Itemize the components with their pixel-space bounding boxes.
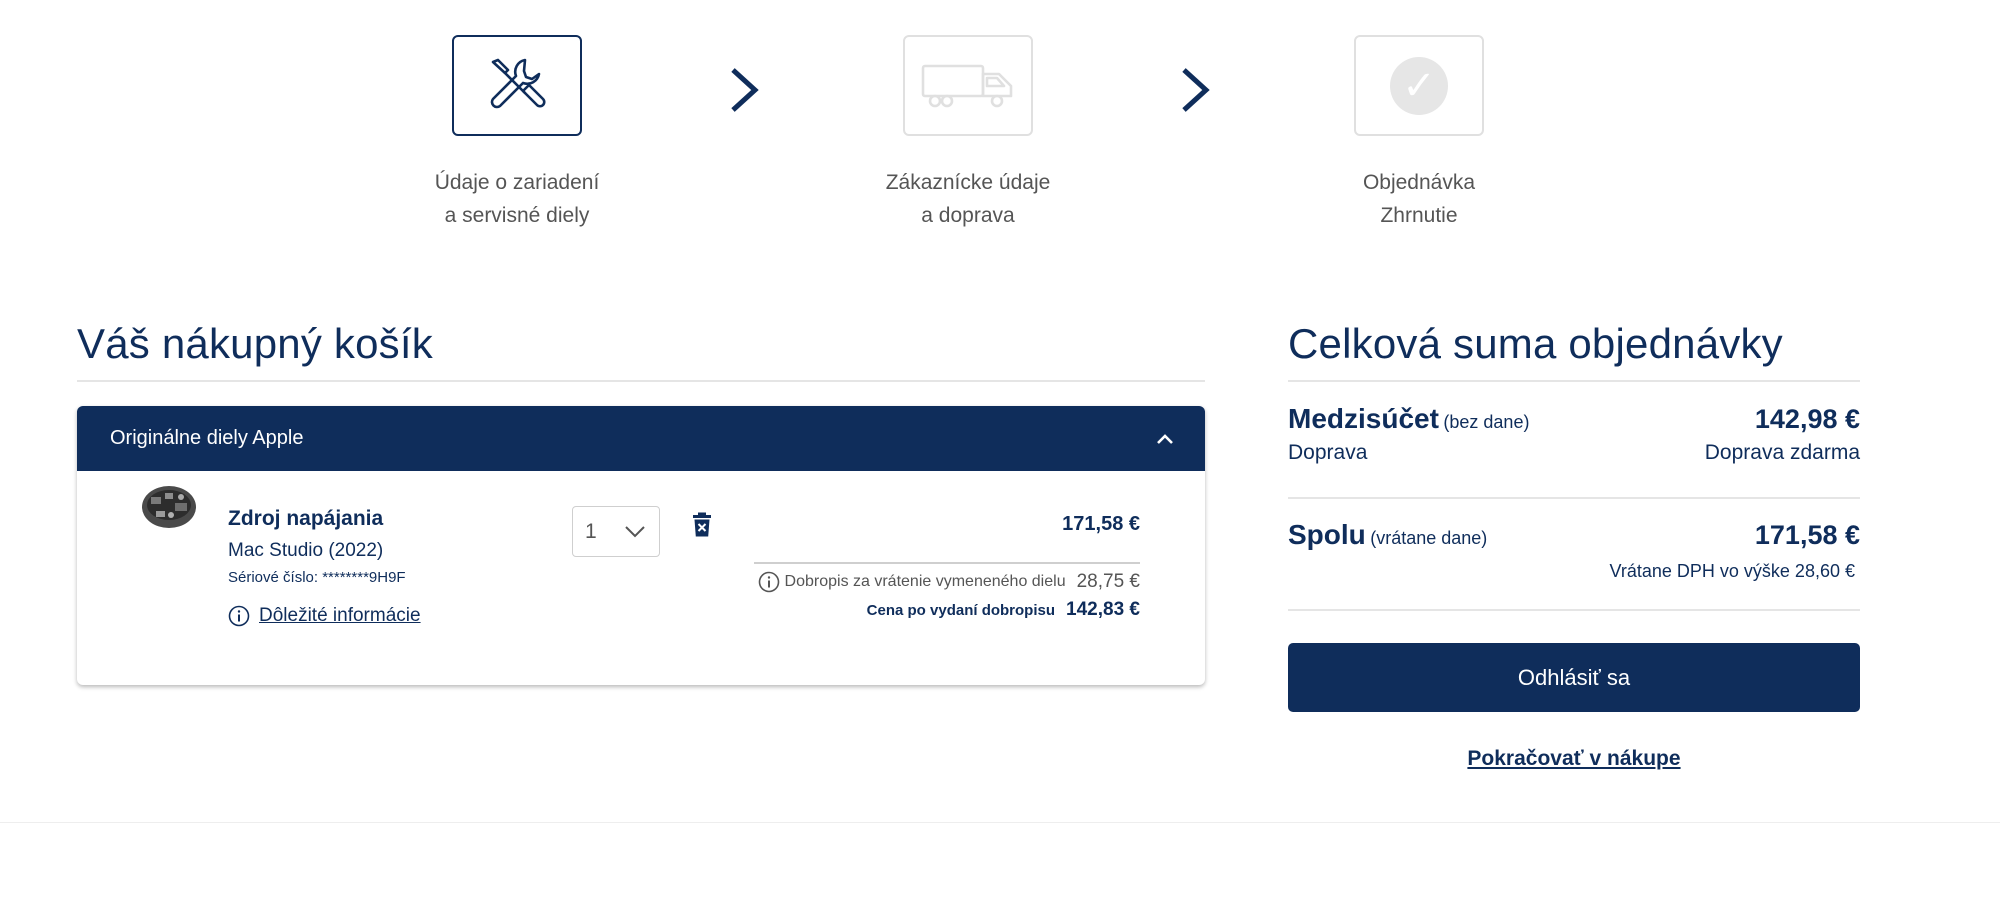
serial-number: Sériové číslo: ********9H9F xyxy=(228,569,406,586)
credit-amount: 28,75 € xyxy=(1076,571,1140,592)
chevron-down-icon xyxy=(625,526,645,538)
step-device-info-label: Údaje o zariadení a servisné diely xyxy=(387,166,647,232)
chevron-right-icon xyxy=(1182,68,1210,112)
total-block: Spolu (vrátane dane) 171,58 € Vrátane DP… xyxy=(1288,519,1860,582)
chevron-right-icon xyxy=(731,68,759,112)
after-credit-amount: 142,83 € xyxy=(1066,599,1140,620)
subtotal-label: Medzisúčet xyxy=(1288,403,1439,434)
step-customer-info-label: Zákaznícke údaje a doprava xyxy=(838,166,1098,232)
step-order-summary-box: ✓ xyxy=(1354,35,1484,136)
product-image xyxy=(142,486,196,528)
checkout-button[interactable]: Odhlásiť sa xyxy=(1288,643,1860,712)
shipping-label: Doprava xyxy=(1288,441,1368,464)
cart-group-header[interactable]: Originálne diely Apple xyxy=(77,406,1205,471)
truck-icon xyxy=(921,64,1013,107)
step-line1: Zákaznícke údaje xyxy=(885,171,1051,194)
divider xyxy=(77,380,1205,382)
step-order-summary-label: Objednávka Zhrnutie xyxy=(1289,166,1549,232)
total-label: Spolu xyxy=(1288,519,1366,550)
collapse-button[interactable] xyxy=(1155,432,1175,446)
divider xyxy=(754,562,1140,564)
quantity-select[interactable]: 1 xyxy=(572,506,660,557)
item-price: 171,58 € xyxy=(1062,513,1140,535)
step-line1: Údaje o zariadení xyxy=(434,171,600,194)
product-model: Mac Studio (2022) xyxy=(228,540,384,561)
total-note: (vrátane dane) xyxy=(1370,528,1488,548)
important-info-link[interactable]: Dôležité informácie xyxy=(259,605,421,627)
info-icon xyxy=(228,605,250,627)
step-line1: Objednávka xyxy=(1362,171,1476,194)
footer-divider xyxy=(0,822,2000,823)
divider xyxy=(1288,380,1860,382)
divider xyxy=(1288,609,1860,611)
shipping-row: Doprava Doprava zdarma xyxy=(1288,441,1860,465)
after-credit-row: Cena po vydaní dobropisu 142,83 € xyxy=(867,599,1140,621)
continue-shopping-link[interactable]: Pokračovať v nákupe xyxy=(1288,747,1860,771)
trash-icon xyxy=(693,512,711,537)
cart-card: Originálne diely Apple Zdroj napájania M… xyxy=(77,406,1205,685)
step-line2: Zhrnutie xyxy=(1380,204,1458,227)
product-name: Zdroj napájania xyxy=(228,507,384,530)
step-customer-info[interactable]: Zákaznícke údaje a doprava xyxy=(838,35,1098,232)
shipping-value: Doprava zdarma xyxy=(1704,441,1860,464)
delete-item-button[interactable] xyxy=(692,512,712,543)
divider xyxy=(1288,497,1860,499)
step-line2: a doprava xyxy=(921,204,1015,227)
step-device-info[interactable]: Údaje o zariadení a servisné diely xyxy=(387,35,647,232)
vat-note: Vrátane DPH vo výške 28,60 € xyxy=(1609,561,1855,581)
step-customer-info-box xyxy=(903,35,1033,136)
summary-title: Celková suma objednávky xyxy=(1288,320,1783,367)
credit-row: Dobropis za vrátenie vymeneného dielu 28… xyxy=(758,571,1140,593)
total-row: Spolu (vrátane dane) 171,58 € xyxy=(1288,519,1860,551)
tools-icon xyxy=(490,58,546,108)
info-icon[interactable] xyxy=(758,571,780,593)
subtotal-amount: 142,98 € xyxy=(1754,404,1860,434)
step-order-summary[interactable]: ✓ Objednávka Zhrnutie xyxy=(1289,35,1549,232)
step-device-info-box xyxy=(452,35,582,136)
step-line2: a servisné diely xyxy=(444,204,590,227)
chevron-up-icon xyxy=(1157,433,1173,444)
cart-group-title: Originálne diely Apple xyxy=(110,427,304,449)
total-amount: 171,58 € xyxy=(1754,520,1860,550)
quantity-value: 1 xyxy=(585,519,597,543)
cart-title: Váš nákupný košík xyxy=(77,320,433,367)
check-icon: ✓ xyxy=(1390,56,1448,115)
subtotal-row: Medzisúčet (bez dane) 142,98 € xyxy=(1288,403,1860,435)
credit-label: Dobropis za vrátenie vymeneného dielu xyxy=(784,573,1066,590)
after-credit-label: Cena po vydaní dobropisu xyxy=(866,601,1056,619)
important-info: Dôležité informácie xyxy=(228,605,421,627)
subtotal-block: Medzisúčet (bez dane) 142,98 € Doprava D… xyxy=(1288,403,1860,465)
subtotal-note: (bez dane) xyxy=(1443,412,1530,432)
